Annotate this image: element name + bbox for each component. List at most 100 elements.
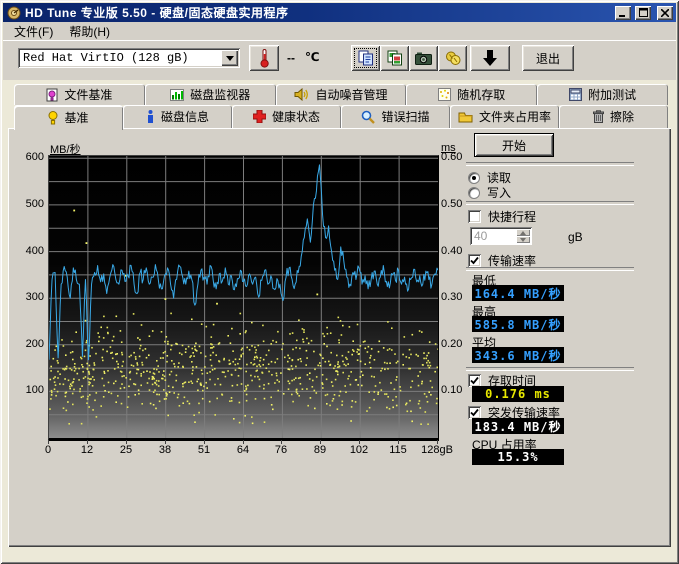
y-axis-tick: 500 (14, 198, 44, 210)
tab-error-scan[interactable]: 错误扫描 (341, 105, 450, 128)
red-cross-icon (253, 110, 266, 123)
tab-label: 健康状态 (272, 108, 320, 125)
exit-button[interactable]: 退出 (522, 45, 574, 71)
x-axis-tickmark (437, 440, 438, 444)
right-axis-tick: 0.30 (441, 291, 475, 303)
down-arrow-icon (483, 50, 497, 66)
temperature-unit: ℃ (305, 50, 320, 64)
calculator-icon (569, 88, 582, 101)
tab-aam[interactable]: 自动噪音管理 (276, 84, 407, 105)
short-stroke-unit: gB (568, 230, 583, 244)
tab-benchmark[interactable]: 基准 (14, 105, 123, 130)
tab-label: 附加测试 (588, 86, 636, 103)
x-axis-tick: 102 (337, 444, 381, 456)
tab-erase[interactable]: 擦除 (559, 105, 668, 128)
tab-label: 擦除 (610, 108, 634, 125)
minimum-readout: 164.4 MB/秒 (472, 285, 564, 301)
speaker-icon (294, 88, 309, 101)
title-bar: HD Tune 专业版 5.50 - 硬盘/固态硬盘实用程序 (3, 3, 676, 22)
maximum-readout: 585.8 MB/秒 (472, 316, 564, 332)
minimize-button[interactable] (615, 6, 631, 20)
tab-label: 错误扫描 (381, 108, 429, 125)
tab-folder-usage[interactable]: 文件夹占用率 (450, 105, 559, 128)
write-radio-label: 写入 (487, 184, 511, 201)
random-dots-icon (438, 88, 451, 101)
maximize-button[interactable] (635, 6, 651, 20)
x-axis-tick: 115 (376, 444, 420, 456)
drive-select[interactable]: Red Hat VirtIO (128 gB) (18, 48, 240, 68)
x-axis-tickmark (359, 440, 360, 444)
short-stroke-checkbox[interactable]: 快捷行程 (468, 208, 536, 225)
menu-bar: 文件(F) 帮助(H) (3, 22, 676, 41)
spinner-buttons[interactable] (516, 229, 530, 243)
tab-disk-info[interactable]: 磁盘信息 (123, 105, 232, 128)
x-axis-tickmark (243, 440, 244, 444)
x-axis-tickmark (126, 440, 127, 444)
x-axis-tick: 12 (65, 444, 109, 456)
start-button[interactable]: 开始 (474, 133, 554, 157)
tab-random-access[interactable]: 随机存取 (406, 84, 537, 105)
x-axis-tickmark (165, 440, 166, 444)
camera-icon (415, 52, 432, 65)
tab-label: 随机存取 (457, 86, 505, 103)
screenshot-button[interactable] (409, 45, 438, 71)
separator (466, 367, 634, 371)
coins-icon (445, 51, 461, 66)
tab-label: 自动噪音管理 (315, 86, 387, 103)
right-axis-tick: 0.20 (441, 338, 475, 350)
tab-label: 文件基准 (64, 86, 112, 103)
tab-label: 磁盘信息 (161, 108, 209, 125)
tab-disk-monitor[interactable]: 磁盘监视器 (145, 84, 276, 105)
thermometer-icon (259, 48, 270, 68)
x-axis-tick: 0 (26, 444, 70, 456)
bulb-icon (48, 111, 58, 125)
temperature-value: -- (287, 51, 295, 65)
x-axis-tick: 76 (259, 444, 303, 456)
copy-image-button[interactable] (380, 45, 409, 71)
separator (466, 162, 634, 166)
menu-help[interactable]: 帮助(H) (62, 21, 117, 42)
tab-label: 文件夹占用率 (479, 108, 551, 125)
y-axis-tick: 400 (14, 245, 44, 257)
start-button-label: 开始 (502, 137, 526, 154)
donate-button[interactable] (438, 45, 467, 71)
x-axis-tickmark (87, 440, 88, 444)
spin-up-icon[interactable] (516, 229, 530, 236)
save-results-button[interactable] (470, 45, 510, 71)
tab-health[interactable]: 健康状态 (232, 105, 341, 128)
app-icon (7, 6, 21, 20)
exit-button-label: 退出 (536, 50, 560, 67)
x-axis-tickmark (398, 440, 399, 444)
x-axis-tick: 38 (143, 444, 187, 456)
short-stroke-value: 40 (474, 229, 487, 243)
hdtune-window: { "window": { "title": "HD Tune 专业版 5.50… (0, 0, 679, 564)
separator (466, 267, 634, 271)
x-axis-tick: 51 (182, 444, 226, 456)
tab-row-primary: 基准 磁盘信息 健康状态 错误扫描 文件夹占用率 擦除 (14, 105, 668, 128)
x-axis-tickmark (281, 440, 282, 444)
copy-text-button[interactable] (351, 45, 380, 71)
menu-file[interactable]: 文件(F) (7, 21, 60, 42)
spin-down-icon[interactable] (516, 236, 530, 243)
close-button[interactable] (657, 6, 673, 20)
radio-icon (468, 187, 480, 199)
checkbox-icon (468, 210, 481, 223)
chevron-down-icon[interactable] (221, 50, 238, 66)
info-icon (146, 110, 155, 123)
x-axis-tick: 89 (298, 444, 342, 456)
tab-file-benchmark[interactable]: 文件基准 (14, 84, 145, 105)
short-stroke-value-spinner[interactable]: 40 (470, 227, 532, 245)
y-axis-tick: 200 (14, 338, 44, 350)
temperature-button[interactable] (249, 45, 279, 71)
tab-extra-tests[interactable]: 附加测试 (537, 84, 668, 105)
y-axis-tick: 300 (14, 291, 44, 303)
tab-row-secondary: 文件基准 磁盘监视器 自动噪音管理 随机存取 附加测试 (14, 84, 668, 105)
tab-label: 磁盘监视器 (190, 86, 250, 103)
file-benchmark-icon (46, 88, 58, 102)
copy-image-icon (387, 50, 403, 66)
x-axis-tickmark (48, 440, 49, 444)
access-time-readout: 0.176 ms (472, 386, 564, 402)
copy-icon (358, 50, 374, 66)
write-radio[interactable]: 写入 (468, 184, 511, 201)
average-readout: 343.6 MB/秒 (472, 347, 564, 363)
